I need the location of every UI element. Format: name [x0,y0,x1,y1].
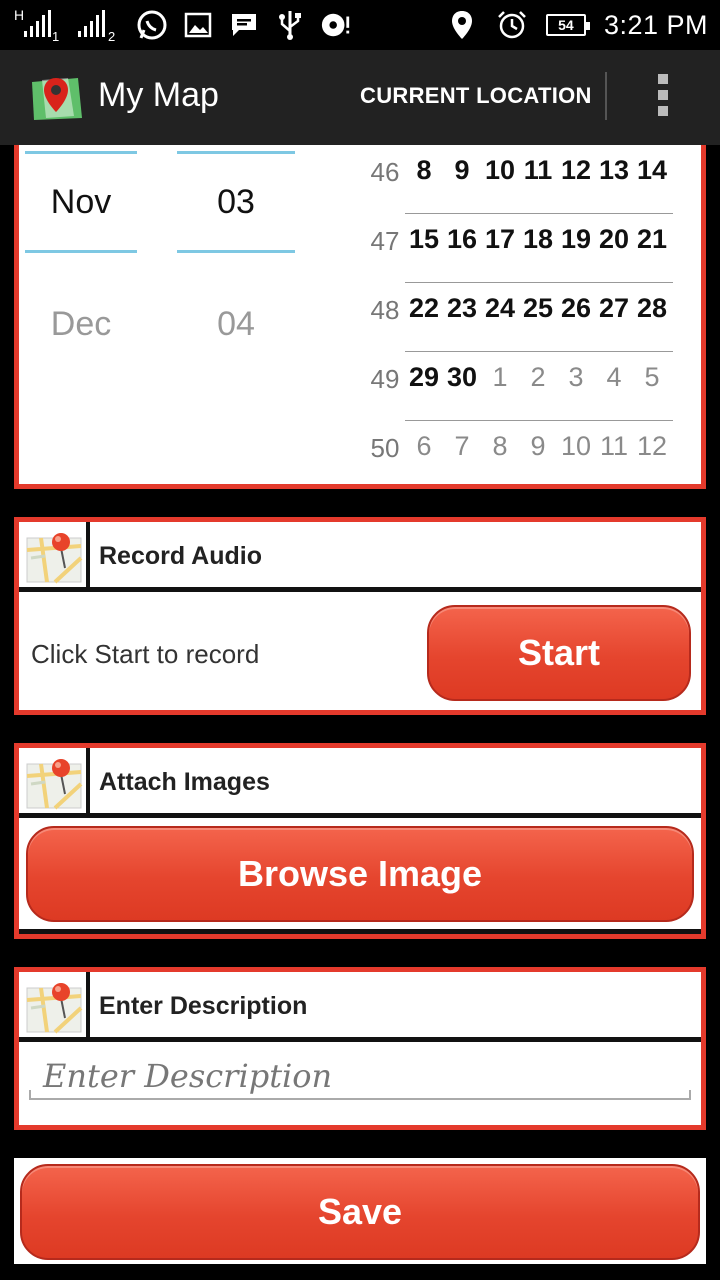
calendar-day[interactable]: 11 [519,155,557,186]
header-separator [86,748,90,818]
browse-image-button[interactable]: Browse Image [26,826,694,922]
calendar-day[interactable]: 12 [633,431,671,462]
calendar-day[interactable]: 7 [443,431,481,462]
usb-icon [274,9,306,41]
calendar-day[interactable]: 27 [595,293,633,324]
calendar-day[interactable]: 21 [633,224,671,255]
calendar-day[interactable]: 8 [481,431,519,462]
gallery-icon [182,9,214,41]
map-pin-icon [25,754,85,812]
month-next[interactable]: Dec [25,305,137,344]
calendar-day[interactable]: 19 [557,224,595,255]
week-number: 46 [370,157,400,187]
calendar-week-row: 48 22 23 24 25 26 27 28 [365,283,695,352]
week-number: 48 [370,295,400,325]
calendar-day[interactable]: 22 [405,293,443,324]
current-location-button[interactable]: CURRENT LOCATION [360,83,592,109]
sim2-label: 2 [108,29,116,44]
alarm-icon [496,9,528,41]
message-icon [228,9,260,41]
calendar-day[interactable]: 23 [443,293,481,324]
save-container: Save [14,1158,706,1264]
week-number: 49 [370,364,400,394]
calendar-day[interactable]: 10 [557,431,595,462]
action-bar-divider [605,72,607,120]
action-bar: My Map CURRENT LOCATION [0,50,720,145]
calendar-day[interactable]: 30 [443,362,481,393]
calendar-week-row: 47 15 16 17 18 19 20 21 [365,214,695,283]
week-number: 50 [370,433,400,463]
spinner-highlight-line [177,151,295,154]
month-selected[interactable]: Nov [25,183,137,222]
calendar-day[interactable]: 6 [405,431,443,462]
calendar-day[interactable]: 1 [481,362,519,393]
calendar-day[interactable]: 20 [595,224,633,255]
whatsapp-icon [136,9,168,41]
calendar-day[interactable]: 28 [633,293,671,324]
description-input[interactable]: Enter Description [29,1058,691,1100]
map-pin-icon [25,528,85,586]
record-audio-header: Record Audio [19,522,701,592]
record-status-text: Click Start to record [31,639,260,669]
record-audio-title: Record Audio [99,542,262,570]
calendar-day[interactable]: 14 [633,155,671,186]
description-title: Enter Description [99,992,308,1020]
calendar-day[interactable]: 8 [405,155,443,186]
calendar-day[interactable]: 9 [443,155,481,186]
card-bottom-rule [19,929,701,934]
sim1-label: 1 [52,29,60,44]
signal-sim2-icon: 2 [78,7,122,44]
description-header: Enter Description [19,972,701,1042]
day-selected[interactable]: 03 [177,183,295,222]
calendar-day[interactable]: 4 [595,362,633,393]
calendar-day[interactable]: 5 [633,362,671,393]
battery-level: 54 [558,17,574,33]
network-type-label: H [14,7,25,23]
start-record-button[interactable]: Start [427,605,691,701]
calendar-day[interactable]: 29 [405,362,443,393]
app-title: My Map [98,76,219,114]
sync-alert-icon [320,9,352,41]
spinner-highlight-line [177,250,295,253]
attach-images-header: Attach Images [19,748,701,818]
battery-icon: 54 [545,14,590,36]
calendar-day[interactable]: 11 [595,431,633,462]
week-number: 47 [370,226,400,256]
calendar-day[interactable]: 2 [519,362,557,393]
calendar-week-row: 49 29 30 1 2 3 4 5 [365,352,695,421]
calendar-day[interactable]: 17 [481,224,519,255]
signal-sim1-icon: H 1 [14,7,64,44]
map-pin-icon [25,978,85,1036]
calendar-day[interactable]: 26 [557,293,595,324]
header-separator [86,972,90,1042]
calendar-day[interactable]: 16 [443,224,481,255]
attach-images-title: Attach Images [99,768,270,796]
header-separator [86,522,90,592]
calendar-week-row: 46 8 9 10 11 12 13 14 [365,145,695,214]
calendar-day[interactable]: 15 [405,224,443,255]
status-bar: H 1 2 54 3:21 PM [0,0,720,50]
calendar-day[interactable]: 18 [519,224,557,255]
calendar-day[interactable]: 12 [557,155,595,186]
day-next[interactable]: 04 [177,305,295,344]
calendar-day[interactable]: 10 [481,155,519,186]
overflow-menu-icon[interactable] [652,74,674,120]
save-button[interactable]: Save [20,1164,700,1260]
attach-images-card: Attach Images Browse Image [14,743,706,939]
status-clock: 3:21 PM [603,9,708,40]
calendar-day[interactable]: 9 [519,431,557,462]
calendar-day[interactable]: 13 [595,155,633,186]
calendar-day[interactable]: 25 [519,293,557,324]
calendar-day[interactable]: 24 [481,293,519,324]
spinner-highlight-line [25,151,137,154]
spinner-highlight-line [25,250,137,253]
app-map-icon[interactable] [28,72,84,124]
calendar-day[interactable]: 3 [557,362,595,393]
date-picker: Nov Dec 03 04 46 8 9 10 11 12 13 14 47 15 16 17 18 19… [14,145,706,489]
location-icon [446,9,478,41]
calendar-week-row: 50 6 7 8 9 10 11 12 [365,421,695,484]
description-card: Enter Description Enter Description [14,967,706,1130]
record-audio-card: Record Audio Click Start to record Start [14,517,706,715]
